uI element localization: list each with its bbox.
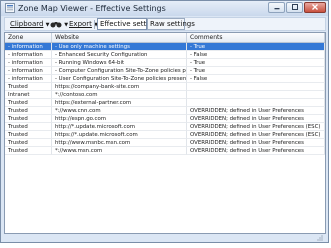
table-row[interactable]: - information - Computer Configuration Si… (5, 67, 325, 75)
comments-cell: OVERRIDDEN; defined in User Preferences (187, 107, 325, 115)
title-bar[interactable]: Zone Map Viewer - Effective Settings (1, 1, 328, 16)
zone-map-table: Zone Website Comments - information - Use… (4, 32, 326, 234)
zone-cell: Trusted (5, 83, 52, 91)
website-cell: *://www.msn.com (52, 147, 187, 155)
website-cell: https://company-bank-site.com (52, 83, 187, 91)
maximize-button[interactable] (286, 2, 303, 13)
website-cell: - Running Windows 64-bit (52, 59, 187, 67)
binoculars-icon (50, 22, 62, 28)
comments-cell: - True (187, 67, 325, 75)
website-cell: - User Configuration Site-To-Zone polici… (52, 75, 187, 83)
comments-cell (187, 91, 325, 99)
close-icon (312, 4, 318, 10)
table-row[interactable]: Trusted http://espn.go.com OVERRIDDEN; def… (5, 115, 325, 123)
zone-cell: Trusted (5, 123, 52, 131)
website-cell: http://www.msnbc.msn.com (52, 139, 187, 147)
tab-raw-settings[interactable]: Raw settings (147, 18, 195, 30)
minimize-button[interactable] (268, 2, 285, 13)
zone-cell: Intranet (5, 91, 52, 99)
website-cell: *://www.cnn.com (52, 107, 187, 115)
table-row[interactable]: Trusted https://company-bank-site.com (5, 83, 325, 91)
website-cell: http://espn.go.com (52, 115, 187, 123)
table-row[interactable]: - information - User Configuration Site-T… (5, 75, 325, 83)
maximize-icon (291, 4, 298, 10)
website-cell: http://*.update.microsoft.com (52, 123, 187, 131)
export-label: Export (69, 20, 92, 28)
close-button[interactable] (304, 2, 326, 13)
comments-cell: OVERRIDDEN; defined in User Preferences … (187, 131, 325, 139)
table-row[interactable]: Trusted http://*.update.microsoft.com OVER… (5, 123, 325, 131)
table-row[interactable]: - information - Use only machine settings… (5, 43, 325, 51)
website-cell: - Computer Configuration Site-To-Zone po… (52, 67, 187, 75)
resize-grip-icon[interactable] (317, 235, 323, 241)
zone-cell: - information (5, 75, 52, 83)
table-row[interactable]: - information - Running Windows 64-bit - T… (5, 59, 325, 67)
website-cell: - Enhanced Security Configuration (52, 51, 187, 59)
zone-cell: Trusted (5, 115, 52, 123)
zone-cell: - information (5, 43, 52, 51)
find-button[interactable]: ▼ (50, 19, 68, 29)
zone-cell: - information (5, 67, 52, 75)
comments-cell: - False (187, 75, 325, 83)
chevron-down-icon: ▼ (64, 22, 69, 28)
zone-cell: Trusted (5, 147, 52, 155)
table-row[interactable]: Trusted https://external-partner.com (5, 99, 325, 107)
comments-cell: - True (187, 43, 325, 51)
comments-cell: - True (187, 59, 325, 67)
website-cell: https://*.update.microsoft.com (52, 131, 187, 139)
comments-cell: OVERRIDDEN; defined in User Preferences (187, 115, 325, 123)
minimize-icon (274, 8, 279, 10)
zone-map-app-icon (5, 3, 15, 13)
comments-cell: OVERRIDDEN; defined in User Preferences … (187, 123, 325, 131)
table-row[interactable]: Trusted http://www.msnbc.msn.com OVERRIDDE… (5, 139, 325, 147)
app-window: Zone Map Viewer - Effective Settings Cli… (0, 0, 329, 243)
comments-cell: - False (187, 51, 325, 59)
zone-cell: - information (5, 59, 52, 67)
comments-cell (187, 99, 325, 107)
comments-cell: OVERRIDDEN; defined in User Preferences (187, 147, 325, 155)
website-cell: - Use only machine settings (52, 43, 187, 51)
clipboard-label: Clipboard (10, 20, 44, 28)
column-header-website[interactable]: Website (52, 33, 187, 42)
table-row[interactable]: Trusted https://*.update.microsoft.com OVE… (5, 131, 325, 139)
status-bar (4, 235, 326, 242)
table-row[interactable]: Trusted *://www.cnn.com OVERRIDDEN; define… (5, 107, 325, 115)
table-row[interactable]: Trusted *://www.msn.com OVERRIDDEN; define… (5, 147, 325, 155)
table-header: Zone Website Comments (5, 33, 325, 43)
table-row[interactable]: Intranet *://contoso.com (5, 91, 325, 99)
comments-cell: OVERRIDDEN; defined in User Preferences (187, 139, 325, 147)
zone-cell: Trusted (5, 131, 52, 139)
clipboard-menu[interactable]: Clipboard ▼ (10, 19, 50, 29)
column-header-zone[interactable]: Zone (5, 33, 52, 42)
website-cell: https://external-partner.com (52, 99, 187, 107)
zone-cell: Trusted (5, 139, 52, 147)
zone-cell: Trusted (5, 99, 52, 107)
table-row[interactable]: - information - Enhanced Security Configu… (5, 51, 325, 59)
website-cell: *://contoso.com (52, 91, 187, 99)
column-header-comments[interactable]: Comments (187, 33, 325, 42)
chevron-down-icon: ▼ (45, 22, 50, 28)
tab-effective-settings[interactable]: Effective settings (97, 18, 161, 30)
zone-cell: - information (5, 51, 52, 59)
toolbar-separator (94, 20, 95, 29)
comments-cell (187, 83, 325, 91)
window-title: Zone Map Viewer - Effective Settings (18, 4, 166, 13)
zone-cell: Trusted (5, 107, 52, 115)
toolbar: Clipboard ▼ ▼ Export ▼ Effective setting… (4, 17, 326, 31)
